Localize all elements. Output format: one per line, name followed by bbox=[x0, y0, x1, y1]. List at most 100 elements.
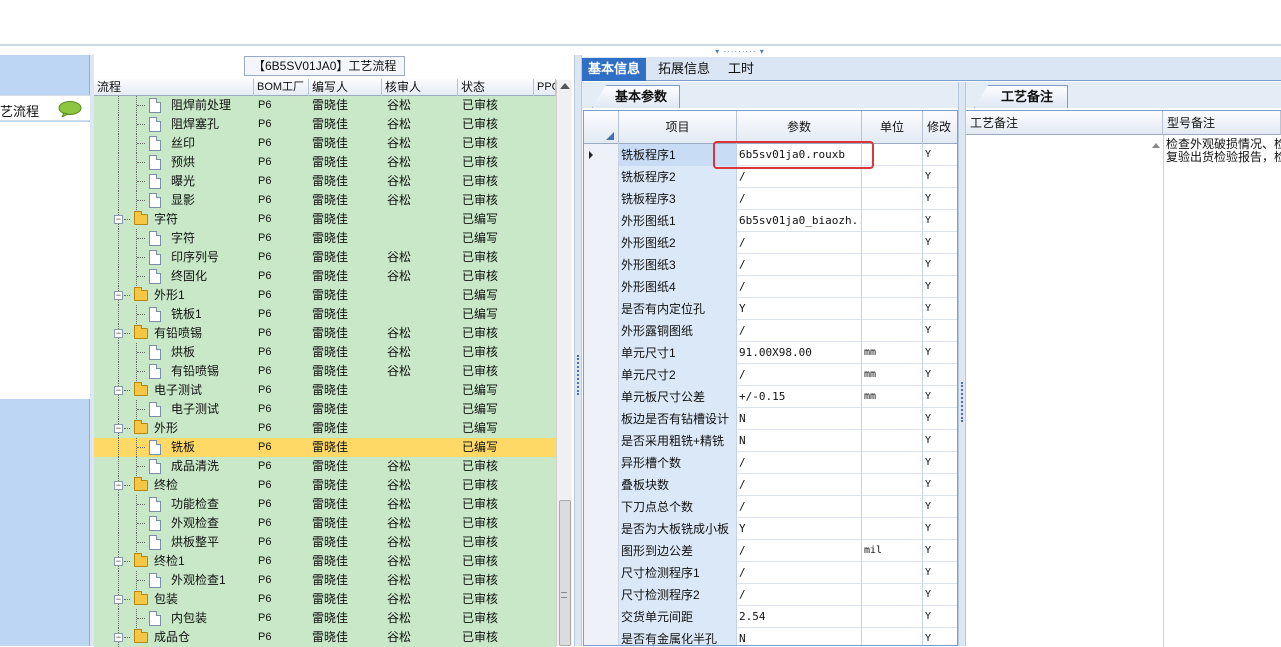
row-selector[interactable] bbox=[584, 628, 619, 645]
param-unit-cell[interactable] bbox=[862, 276, 923, 298]
param-value-cell[interactable]: / bbox=[737, 364, 862, 386]
tree-row[interactable]: − 字符 P6 雷晓佳 已编写 bbox=[94, 210, 556, 229]
param-modify-cell[interactable]: Y bbox=[923, 606, 957, 628]
splitter-grip[interactable]: ▾ ········· ▾ bbox=[700, 48, 780, 56]
row-selector[interactable] bbox=[584, 364, 619, 386]
param-modify-cell[interactable]: Y bbox=[923, 364, 957, 386]
tree-row[interactable]: 阻焊前处理 P6 雷晓佳 谷松 已审核 bbox=[94, 96, 556, 115]
row-selector[interactable] bbox=[584, 298, 619, 320]
param-modify-cell[interactable]: Y bbox=[923, 584, 957, 606]
param-value-cell[interactable]: 91.00X98.00 bbox=[737, 342, 862, 364]
param-value-cell[interactable]: / bbox=[737, 562, 862, 584]
param-modify-cell[interactable]: Y bbox=[923, 430, 957, 452]
param-row[interactable]: 外形露铜图纸 / Y bbox=[584, 320, 957, 342]
param-value-cell[interactable]: N bbox=[737, 408, 862, 430]
param-row[interactable]: 单元板尺寸公差 +/-0.15 mm Y bbox=[584, 386, 957, 408]
col-header-writer[interactable]: 编写人 bbox=[309, 79, 382, 96]
param-row[interactable]: 叠板块数 / Y bbox=[584, 474, 957, 496]
row-selector[interactable] bbox=[584, 474, 619, 496]
param-item-cell[interactable]: 下刀点总个数 bbox=[619, 496, 737, 518]
param-item-cell[interactable]: 单元尺寸2 bbox=[619, 364, 737, 386]
model-notes-text[interactable]: 检查外观破损情况、检 复验出货检验报告，检 bbox=[1166, 138, 1281, 164]
col-header-process[interactable]: 流程 bbox=[94, 79, 254, 96]
col-header-modify[interactable]: 修改 bbox=[923, 111, 957, 144]
tree-row[interactable]: − 成品仓 P6 雷晓佳 谷松 已审核 bbox=[94, 628, 556, 647]
param-item-cell[interactable]: 是否有内定位孔 bbox=[619, 298, 737, 320]
param-value-cell[interactable]: / bbox=[737, 452, 862, 474]
param-row[interactable]: 铣板程序2/ Y bbox=[584, 166, 957, 188]
param-value-cell[interactable]: / bbox=[737, 320, 862, 342]
param-unit-cell[interactable] bbox=[862, 298, 923, 320]
col-header-reviewer[interactable]: 核审人 bbox=[382, 79, 458, 96]
param-unit-cell[interactable] bbox=[862, 320, 923, 342]
param-row[interactable]: 尺寸检测程序1/ Y bbox=[584, 562, 957, 584]
tree-row[interactable]: 预烘 P6 雷晓佳 谷松 已审核 bbox=[94, 153, 556, 172]
param-value-cell[interactable]: 6b5sv01ja0_biaozh... bbox=[737, 210, 862, 232]
row-selector[interactable] bbox=[584, 562, 619, 584]
param-row[interactable]: 图形到边公差 / mil Y bbox=[584, 540, 957, 562]
param-modify-cell[interactable]: Y bbox=[923, 452, 957, 474]
tree-row[interactable]: 功能检查 P6 雷晓佳 谷松 已审核 bbox=[94, 495, 556, 514]
param-modify-cell[interactable]: Y bbox=[923, 320, 957, 342]
param-unit-cell[interactable] bbox=[862, 254, 923, 276]
param-unit-cell[interactable] bbox=[862, 408, 923, 430]
param-item-cell[interactable]: 尺寸检测程序1 bbox=[619, 562, 737, 584]
row-selector[interactable] bbox=[584, 606, 619, 628]
param-modify-cell[interactable]: Y bbox=[923, 144, 957, 166]
param-modify-cell[interactable]: Y bbox=[923, 342, 957, 364]
tree-row[interactable]: 电子测试 P6 雷晓佳 已编写 bbox=[94, 400, 556, 419]
param-unit-cell[interactable] bbox=[862, 496, 923, 518]
collapse-icon[interactable]: − bbox=[114, 215, 123, 224]
tree-row[interactable]: 丝印 P6 雷晓佳 谷松 已审核 bbox=[94, 134, 556, 153]
col-header-bom[interactable]: BOM工厂 bbox=[254, 79, 309, 96]
param-row[interactable]: 是否有金属化半孔 N Y bbox=[584, 628, 957, 645]
param-value-cell[interactable]: / bbox=[737, 474, 862, 496]
param-item-cell[interactable]: 单元板尺寸公差 bbox=[619, 386, 737, 408]
param-unit-cell[interactable] bbox=[862, 430, 923, 452]
col-header-param[interactable]: 参数 bbox=[737, 111, 862, 144]
param-unit-cell[interactable] bbox=[862, 584, 923, 606]
param-item-cell[interactable]: 是否为大板铣成小板 bbox=[619, 518, 737, 540]
tree-row[interactable]: − 终检 P6 雷晓佳 谷松 已审核 bbox=[94, 476, 556, 495]
tree-row[interactable]: 外观检查1 P6 雷晓佳 谷松 已审核 bbox=[94, 571, 556, 590]
param-modify-cell[interactable]: Y bbox=[923, 254, 957, 276]
param-unit-cell[interactable] bbox=[862, 188, 923, 210]
param-value-cell[interactable]: / bbox=[737, 232, 862, 254]
param-modify-cell[interactable]: Y bbox=[923, 298, 957, 320]
tree-row[interactable]: 显影 P6 雷晓佳 谷松 已审核 bbox=[94, 191, 556, 210]
param-row[interactable]: 是否采用粗铣+精铣 N Y bbox=[584, 430, 957, 452]
row-selector[interactable] bbox=[584, 144, 619, 166]
row-selector[interactable] bbox=[584, 408, 619, 430]
nav-item-process[interactable]: 艺流程 bbox=[0, 95, 90, 121]
param-modify-cell[interactable]: Y bbox=[923, 166, 957, 188]
tree-row[interactable]: 外观检查 P6 雷晓佳 谷松 已审核 bbox=[94, 514, 556, 533]
param-unit-cell[interactable]: mm bbox=[862, 364, 923, 386]
tree-row[interactable]: − 有铅喷锡 P6 雷晓佳 谷松 已审核 bbox=[94, 324, 556, 343]
param-unit-cell[interactable] bbox=[862, 232, 923, 254]
param-item-cell[interactable]: 外形图纸4 bbox=[619, 276, 737, 298]
param-value-cell[interactable]: / bbox=[737, 540, 862, 562]
row-selector[interactable] bbox=[584, 430, 619, 452]
param-row[interactable]: 是否为大板铣成小板 Y Y bbox=[584, 518, 957, 540]
param-modify-cell[interactable]: Y bbox=[923, 562, 957, 584]
param-unit-cell[interactable] bbox=[862, 210, 923, 232]
param-modify-cell[interactable]: Y bbox=[923, 496, 957, 518]
param-item-cell[interactable]: 铣板程序3 bbox=[619, 188, 737, 210]
row-selector[interactable] bbox=[584, 254, 619, 276]
row-selector[interactable] bbox=[584, 232, 619, 254]
tree-row[interactable]: 内包装 P6 雷晓佳 谷松 已审核 bbox=[94, 609, 556, 628]
param-value-cell[interactable]: / bbox=[737, 496, 862, 518]
param-unit-cell[interactable] bbox=[862, 518, 923, 540]
tree-row[interactable]: 烘板 P6 雷晓佳 谷松 已审核 bbox=[94, 343, 556, 362]
param-item-cell[interactable]: 外形图纸2 bbox=[619, 232, 737, 254]
param-item-cell[interactable]: 是否有金属化半孔 bbox=[619, 628, 737, 645]
tree-row[interactable]: 铣板1 P6 雷晓佳 已编写 bbox=[94, 305, 556, 324]
param-unit-cell[interactable] bbox=[862, 166, 923, 188]
param-item-cell[interactable]: 异形槽个数 bbox=[619, 452, 737, 474]
middle-splitter[interactable] bbox=[574, 55, 582, 646]
param-unit-cell[interactable]: mm bbox=[862, 342, 923, 364]
param-item-cell[interactable]: 外形露铜图纸 bbox=[619, 320, 737, 342]
tree-row[interactable]: − 外形 P6 雷晓佳 已编写 bbox=[94, 419, 556, 438]
row-selector[interactable] bbox=[584, 584, 619, 606]
tab-extended-info[interactable]: 拓展信息 bbox=[652, 58, 716, 81]
